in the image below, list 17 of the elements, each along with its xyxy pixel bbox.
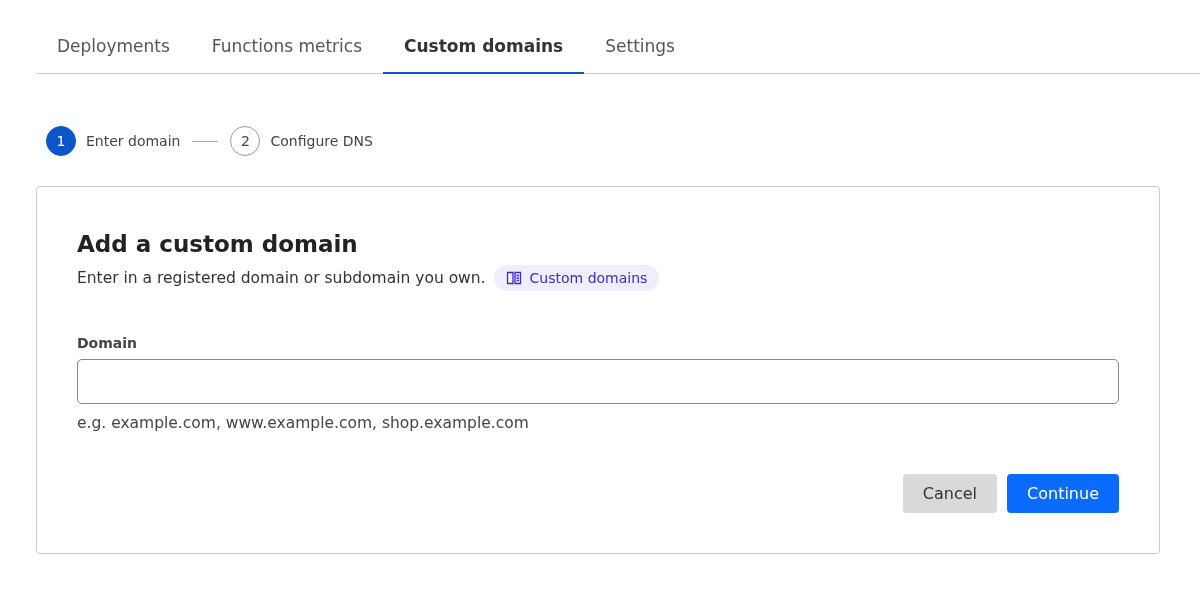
field-label: Domain	[77, 335, 139, 351]
book-icon	[505, 270, 522, 286]
cancel-button[interactable]: Cancel	[902, 474, 998, 513]
tab[interactable]: Deployments	[36, 22, 191, 74]
tab[interactable]: Settings	[584, 22, 696, 74]
step-label: Enter domain	[86, 133, 181, 149]
tab[interactable]: Custom domains	[383, 22, 585, 74]
step-connector	[192, 140, 219, 142]
card-description: Enter in a registered domain or subdomain you own.	[77, 269, 486, 287]
step-number: 1	[46, 126, 76, 156]
field-hint: e.g. example.com, www.example.com, shop.example.com	[77, 414, 530, 432]
docs-link[interactable]: Custom domains	[493, 265, 660, 291]
continue-button[interactable]: Continue	[1007, 474, 1119, 513]
step-label: Configure DNS	[270, 133, 373, 149]
card-title: Add a custom domain	[77, 231, 359, 257]
tab[interactable]: Functions metrics	[190, 22, 383, 74]
domain-input-field[interactable]	[77, 359, 1119, 404]
